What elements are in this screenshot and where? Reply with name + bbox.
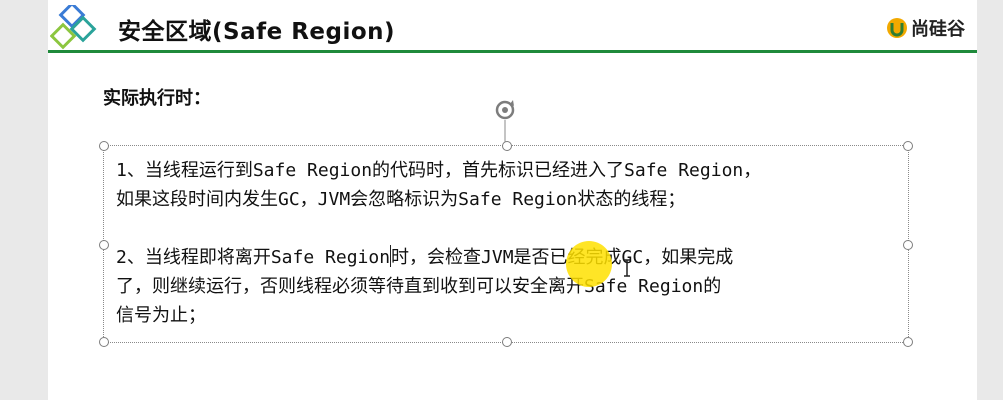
atguigu-logo-icon <box>887 18 907 38</box>
paragraph-1-line-2: 如果这段时间内发生GC，JVM会忽略标识为Safe Region状态的线程； <box>116 189 686 210</box>
resize-handle-bottom-left[interactable] <box>99 337 109 347</box>
resize-handle-top-left[interactable] <box>99 141 109 151</box>
resize-handle-top-middle[interactable] <box>502 141 512 151</box>
paragraph-1: 1、当线程运行到Safe Region的代码时，首先标识已经进入了Safe Re… <box>116 156 906 214</box>
slide-title: 安全区域(Safe Region) <box>118 19 396 45</box>
title-divider <box>48 50 977 53</box>
text-cursor-icon <box>624 259 630 277</box>
resize-handle-bottom-middle[interactable] <box>502 337 512 347</box>
paragraph-2-line-2: 了，则继续运行，否则线程必须等待直到收到可以安全离开Safe Region的 <box>116 276 722 297</box>
brand-logo: 尚硅谷 <box>886 15 965 41</box>
paragraph-2-line-3: 信号为止； <box>116 305 206 326</box>
slide: 安全区域(Safe Region) 尚硅谷 实际执行时： 1、当线程运行到Saf… <box>48 0 977 400</box>
text-content[interactable]: 1、当线程运行到Safe Region的代码时，首先标识已经进入了Safe Re… <box>116 156 906 330</box>
paragraph-1-line-1: 1、当线程运行到Safe Region的代码时，首先标识已经进入了Safe Re… <box>116 160 762 181</box>
resize-handle-middle-left[interactable] <box>99 240 109 250</box>
resize-handle-bottom-right[interactable] <box>903 337 913 347</box>
rotate-handle-icon[interactable] <box>491 98 519 146</box>
resize-handle-top-right[interactable] <box>903 141 913 151</box>
paragraph-2: 2、当线程即将离开Safe Region时，会检查JVM是否已经完成GC，如果完… <box>116 243 906 330</box>
paragraph-2-line-1b: 时，会检查JVM是否已经完成GC，如果完成 <box>391 247 734 268</box>
brand-text: 尚硅谷 <box>911 19 965 40</box>
diamond-logo-icon <box>50 5 97 50</box>
text-box[interactable]: 1、当线程运行到Safe Region的代码时，首先标识已经进入了Safe Re… <box>99 141 913 347</box>
subtitle: 实际执行时： <box>103 88 211 109</box>
paragraph-2-line-1a: 2、当线程即将离开Safe Region <box>116 247 391 268</box>
